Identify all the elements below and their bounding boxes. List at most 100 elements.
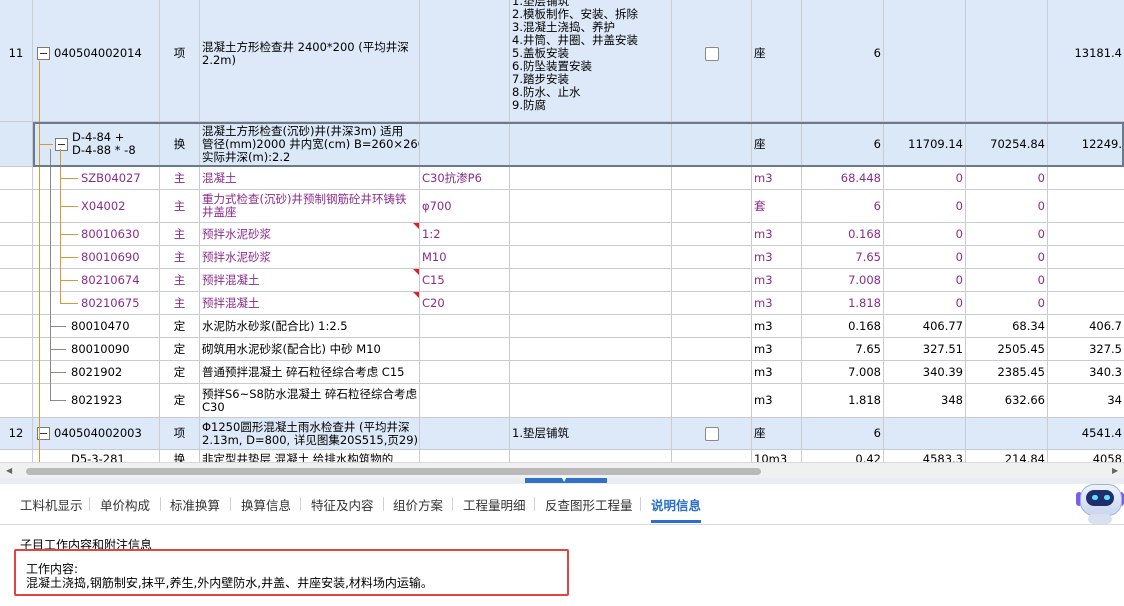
quota-name[interactable]: 砌筑用水泥砂浆(配合比) 中砂 M10	[200, 338, 420, 360]
row-number	[0, 450, 33, 462]
material-spec[interactable]: M10	[420, 246, 510, 268]
item-features[interactable]: 1.垫层铺筑	[510, 418, 672, 449]
material-spec[interactable]: C15	[420, 269, 510, 291]
tab-description[interactable]: 说明信息	[651, 495, 702, 523]
item-qty[interactable]: 6	[802, 122, 884, 166]
item-price[interactable]: 0	[884, 292, 966, 314]
collapse-icon[interactable]	[37, 47, 50, 60]
tab-separator	[452, 497, 453, 511]
material-name[interactable]: 混凝土	[200, 167, 420, 189]
modified-marker-icon	[413, 269, 419, 275]
material-name[interactable]: 重力式检查(沉砂)井预制钢筋砼井环铸铁 井盖座	[200, 190, 420, 222]
item-type: 项	[160, 0, 200, 121]
item-qty[interactable]: 7.008	[802, 361, 884, 383]
item-qty[interactable]: 6	[802, 190, 884, 222]
item-qty[interactable]: 7.65	[802, 246, 884, 268]
detail-tab-bar: 工料机显示 单价构成 标准换算 换算信息 特征及内容 组价方案 工程量明细 反查…	[0, 484, 1124, 525]
item-price[interactable]: 0	[884, 167, 966, 189]
item-qty[interactable]: 68.448	[802, 167, 884, 189]
item-type: 项	[160, 418, 200, 449]
item-amount: 0	[966, 190, 1048, 222]
scrollbar-thumb[interactable]	[26, 468, 761, 475]
quota-name[interactable]: 混凝土方形检查(沉砂)井(井深3m) 适用 管径(mm)2000 井内宽(cm)…	[200, 122, 420, 166]
row-checkbox[interactable]	[704, 426, 719, 441]
item-price[interactable]: 0	[884, 269, 966, 291]
item-qty[interactable]: 1.818	[802, 384, 884, 417]
assistant-robot-icon[interactable]	[1076, 476, 1124, 526]
material-name[interactable]: 预拌水泥砂浆	[200, 223, 420, 245]
tab-separator	[534, 497, 535, 511]
item-qty[interactable]: 7.008	[802, 269, 884, 291]
tab-conversion-info[interactable]: 换算信息	[241, 495, 291, 514]
quota-name[interactable]: 水泥防水砂浆(配合比) 1:2.5	[200, 315, 420, 337]
item-qty[interactable]: 6	[802, 418, 884, 449]
tab-features[interactable]: 特征及内容	[311, 495, 374, 514]
tab-separator	[160, 497, 161, 511]
item-features[interactable]	[510, 122, 672, 166]
collapse-icon[interactable]	[55, 137, 68, 151]
scroll-right-icon[interactable]: ▶	[1112, 466, 1118, 475]
item-price[interactable]: 0	[884, 223, 966, 245]
checkbox-cell	[672, 0, 752, 121]
item-qty[interactable]: 1.818	[802, 292, 884, 314]
table-row[interactable]: 80010470 定 水泥防水砂浆(配合比) 1:2.5 m3 0.168 40…	[0, 315, 1124, 338]
tab-unit-price[interactable]: 单价构成	[100, 495, 150, 514]
tab-separator	[230, 497, 231, 511]
table-row[interactable]: 11 040504002014 项 混凝土方形检查井 2400*200 (平均井…	[0, 0, 1124, 122]
row-checkbox[interactable]	[704, 46, 719, 61]
item-price: 340.39	[884, 361, 966, 383]
item-qty[interactable]: 0.42	[802, 450, 884, 462]
scroll-left-icon[interactable]: ◀	[6, 466, 12, 475]
item-name[interactable]: Φ1250圆形混凝土雨水检查井 (平均井深 2.13m, D=800, 详见图集…	[200, 418, 420, 449]
tab-reverse-lookup[interactable]: 反查图形工程量	[545, 495, 633, 514]
item-unit: 10m3	[752, 450, 802, 462]
table-row[interactable]: 80010690 主 预拌水泥砂浆 M10 m3 7.65 0 0	[0, 246, 1124, 269]
table-row[interactable]: 80210675 主 预拌混凝土 C20 m3 1.818 0 0	[0, 292, 1124, 315]
table-row[interactable]: 8021902 定 普通预拌混凝土 碎石粒径综合考虑 C15 m3 7.008 …	[0, 361, 1124, 384]
item-qty[interactable]: 7.65	[802, 338, 884, 360]
material-spec[interactable]: C30抗渗P6	[420, 167, 510, 189]
item-total: 406.7	[1089, 318, 1122, 333]
tree-line	[50, 149, 51, 401]
table-row[interactable]: X04002 主 重力式检查(沉砂)井预制钢筋砼井环铸铁 井盖座 φ700 套 …	[0, 190, 1124, 223]
checkbox-cell	[672, 384, 752, 417]
table-row[interactable]: SZB04027 主 混凝土 C30抗渗P6 m3 68.448 0 0	[0, 167, 1124, 190]
table-row[interactable]: 12 040504002003 项 Φ1250圆形混凝土雨水检查井 (平均井深 …	[0, 418, 1124, 450]
quota-name[interactable]: 预拌S6~S8防水混凝土 碎石粒径综合考虑 C30	[200, 384, 420, 417]
table-row[interactable]: 80010630 主 预拌水泥砂浆 1:2 m3 0.168 0 0	[0, 223, 1124, 246]
table-row[interactable]: 80010090 定 砌筑用水泥砂浆(配合比) 中砂 M10 m3 7.65 3…	[0, 338, 1124, 361]
table-row-selected[interactable]: D-4-84 + D-4-88 * -8 换 混凝土方形检查(沉砂)井(井深3m…	[0, 122, 1124, 167]
item-spec[interactable]	[420, 0, 510, 121]
item-qty[interactable]: 0.168	[802, 315, 884, 337]
material-name[interactable]: 预拌混凝土	[200, 292, 420, 314]
item-features[interactable]: 1.垫层铺筑 2.模板制作、安装、拆除 3.混凝土浇捣、养护 4.井筒、井圈、井…	[510, 0, 672, 121]
item-spec[interactable]	[420, 122, 510, 166]
work-content-text[interactable]: 混凝土浇捣,钢筋制安,抹平,养生,外内壁防水,井盖、井座安装,材料场内运输。	[26, 574, 433, 591]
tab-labor-material[interactable]: 工料机显示	[20, 495, 83, 514]
item-qty[interactable]: 6	[802, 0, 884, 121]
splitter-handle[interactable]: ▼	[525, 474, 607, 483]
item-price	[884, 0, 966, 121]
item-name[interactable]: 混凝土方形检查井 2400*200 (平均井深 2.2m)	[200, 0, 420, 121]
item-price[interactable]: 0	[884, 246, 966, 268]
table-row[interactable]: D5-3-281 换 非定型井垫层 混凝土 给排水构筑物的 10m3 0.42 …	[0, 450, 1124, 462]
table-row[interactable]: 8021923 定 预拌S6~S8防水混凝土 碎石粒径综合考虑 C30 m3 1…	[0, 384, 1124, 418]
material-spec[interactable]: C20	[420, 292, 510, 314]
material-spec[interactable]: 1:2	[420, 223, 510, 245]
material-code: 80010630	[81, 226, 140, 241]
tab-standard-conversion[interactable]: 标准换算	[170, 495, 220, 514]
tab-quantity-detail[interactable]: 工程量明细	[463, 495, 526, 514]
tab-pricing-scheme[interactable]: 组价方案	[393, 495, 443, 514]
quota-name[interactable]: 非定型井垫层 混凝土 给排水构筑物的	[200, 450, 420, 462]
tab-separator	[89, 497, 90, 511]
material-spec[interactable]: φ700	[420, 190, 510, 222]
item-qty[interactable]: 0.168	[802, 223, 884, 245]
material-name[interactable]: 预拌水泥砂浆	[200, 246, 420, 268]
material-name[interactable]: 预拌混凝土	[200, 269, 420, 291]
item-spec[interactable]	[420, 418, 510, 449]
tree-line	[60, 234, 78, 235]
quota-name[interactable]: 普通预拌混凝土 碎石粒径综合考虑 C15	[200, 361, 420, 383]
table-row[interactable]: 80210674 主 预拌混凝土 C15 m3 7.008 0 0	[0, 269, 1124, 292]
item-price[interactable]: 0	[884, 190, 966, 222]
item-type: 主	[160, 292, 200, 314]
